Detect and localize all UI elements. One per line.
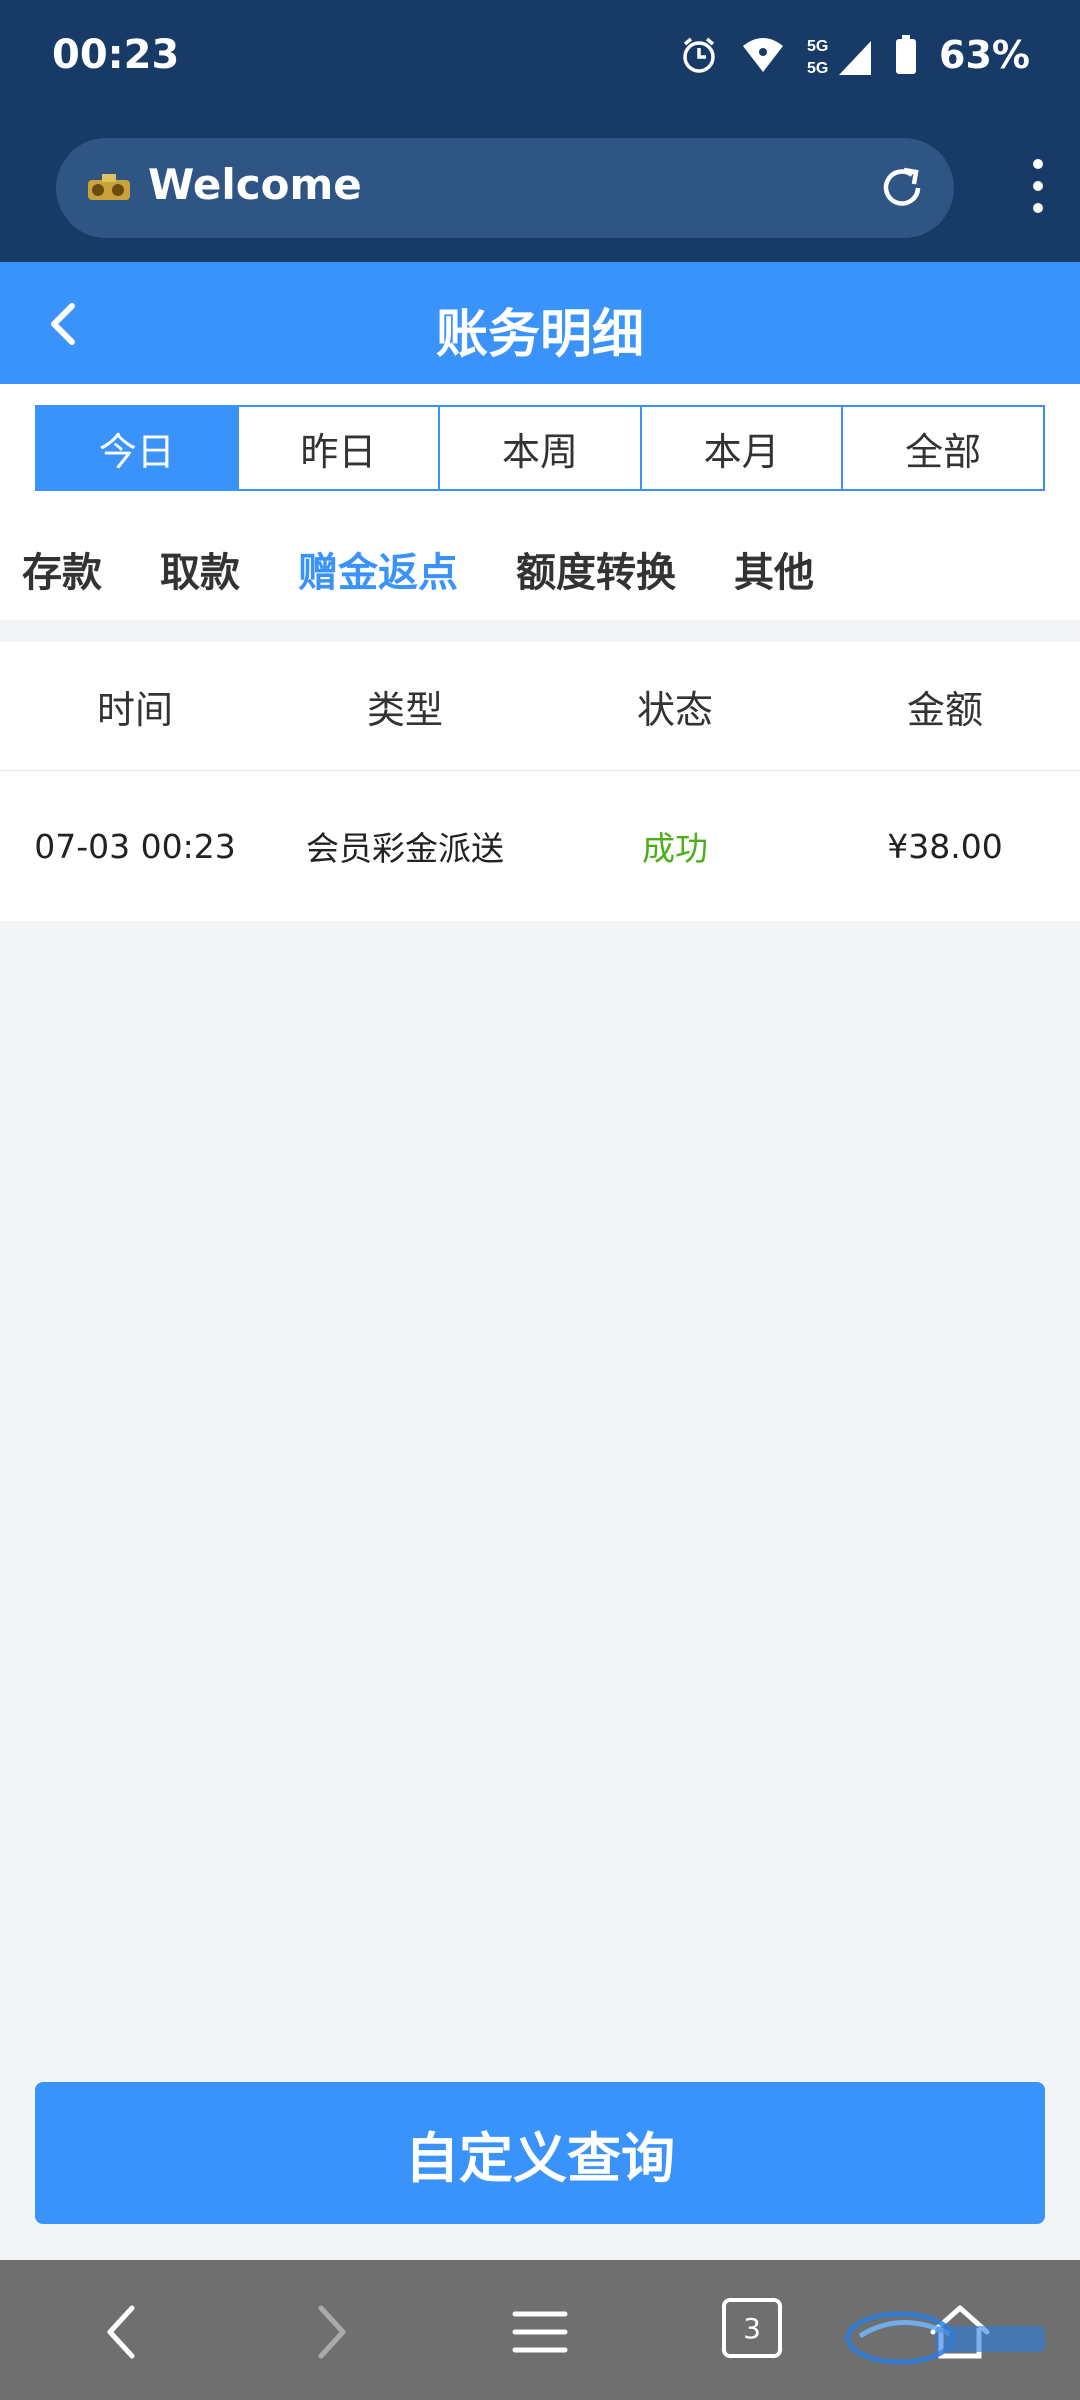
tab-this-month[interactable]: 本月: [639, 405, 844, 491]
tab-withdraw[interactable]: 取款: [160, 540, 240, 610]
more-menu-icon[interactable]: [1026, 156, 1050, 216]
watermark-logo: [840, 2300, 1060, 2370]
cell-status: 成功: [642, 829, 708, 868]
battery-icon: [895, 35, 917, 75]
table-header: 时间 类型 状态 金额: [0, 642, 1080, 771]
address-bar[interactable]: Welcome: [56, 138, 954, 238]
tab-today[interactable]: 今日: [35, 405, 239, 491]
browser-toolbar: Welcome: [0, 118, 1080, 262]
period-tabs: 今日 昨日 本周 本月 全部: [35, 405, 1045, 491]
tab-credit-transfer[interactable]: 额度转换: [516, 540, 676, 610]
column-header-amount: 金额: [906, 687, 983, 732]
cell-time: 07-03 00:23: [34, 826, 236, 866]
cell-amount: ¥38.00: [887, 826, 1003, 866]
network-label-top: 5G: [807, 38, 828, 55]
signal-icon: 5G 5G: [807, 33, 873, 77]
page-header: 账务明细: [0, 262, 1080, 384]
column-header-time: 时间: [96, 687, 173, 732]
site-favicon-icon: [84, 170, 134, 206]
type-tabs: 存款 取款 赠金返点 额度转换 其他: [0, 540, 814, 610]
tabs-icon[interactable]: 3: [722, 2298, 782, 2358]
network-label-bottom: 5G: [807, 60, 828, 77]
reload-icon[interactable]: [878, 164, 926, 212]
custom-query-button[interactable]: 自定义查询: [35, 2082, 1045, 2224]
cell-type: 会员彩金派送: [306, 829, 504, 868]
battery-percent: 63%: [939, 33, 1030, 77]
page-title: Welcome: [148, 160, 362, 209]
records-table: 时间 类型 状态 金额 07-03 00:23 会员彩金派送 成功 ¥38.00: [0, 642, 1080, 921]
forward-icon[interactable]: [295, 2300, 365, 2364]
status-time: 00:23: [52, 32, 180, 78]
column-header-status: 状态: [636, 687, 713, 732]
status-bar: 00:23 5G 5G 63%: [0, 0, 1080, 118]
header-title: 账务明细: [435, 305, 644, 365]
tab-deposit[interactable]: 存款: [22, 540, 102, 610]
wifi-icon: [741, 36, 785, 74]
column-header-type: 类型: [366, 687, 443, 732]
tab-this-week[interactable]: 本周: [438, 405, 642, 491]
tab-other[interactable]: 其他: [734, 540, 814, 610]
tab-bonus-rebate[interactable]: 赠金返点: [298, 540, 458, 610]
back-icon[interactable]: [90, 2300, 160, 2364]
menu-icon[interactable]: [505, 2300, 575, 2364]
status-icons: 5G 5G 63%: [679, 30, 1030, 80]
tab-all[interactable]: 全部: [841, 405, 1045, 491]
table-row[interactable]: 07-03 00:23 会员彩金派送 成功 ¥38.00: [0, 771, 1080, 921]
tab-yesterday[interactable]: 昨日: [236, 405, 441, 491]
alarm-icon: [679, 35, 719, 75]
